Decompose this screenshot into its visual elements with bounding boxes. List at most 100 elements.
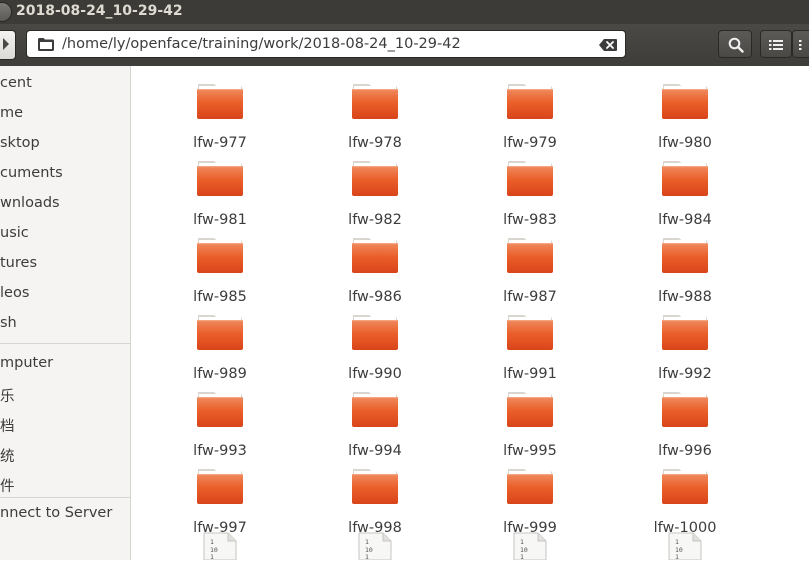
svg-text:1: 1 — [520, 553, 524, 560]
folder-label: lfw-985 — [193, 289, 247, 305]
folder-label: lfw-982 — [348, 212, 402, 228]
folder-label: lfw-987 — [503, 289, 557, 305]
sidebar-item-music[interactable]: usic — [0, 225, 29, 249]
folder-icon — [197, 469, 243, 504]
folder-icon — [507, 84, 553, 119]
folder-label: lfw-995 — [503, 443, 557, 459]
sidebar-item-trash[interactable]: sh — [0, 315, 17, 339]
folder-item[interactable]: lfw-995 — [480, 388, 580, 460]
folder-icon — [352, 469, 398, 504]
folder-item[interactable]: lfw-1000 — [635, 465, 735, 537]
sidebar-item-connect-to-server[interactable]: nnect to Server — [0, 505, 112, 529]
folder-icon — [38, 38, 54, 51]
sidebar-item-documents[interactable]: cuments — [0, 165, 63, 189]
window-close-button[interactable] — [0, 2, 12, 22]
binary-file-icon[interactable]: 1 10 1 — [512, 532, 548, 561]
folder-icon — [352, 392, 398, 427]
folder-item[interactable]: lfw-994 — [325, 388, 425, 460]
folder-label: lfw-980 — [658, 135, 712, 151]
folder-label: lfw-979 — [503, 135, 557, 151]
folder-item[interactable]: lfw-985 — [170, 234, 270, 306]
folder-item[interactable]: lfw-999 — [480, 465, 580, 537]
places-sidebar: cent me sktop cuments wnloads usic tures… — [0, 66, 131, 560]
folder-item[interactable]: lfw-993 — [170, 388, 270, 460]
folder-icon — [507, 238, 553, 273]
folder-item[interactable]: lfw-986 — [325, 234, 425, 306]
folder-item[interactable]: lfw-998 — [325, 465, 425, 537]
folder-icon — [197, 84, 243, 119]
folder-item[interactable]: lfw-979 — [480, 80, 580, 152]
folder-icon — [352, 161, 398, 196]
binary-file-icon[interactable]: 1 10 1 — [667, 532, 703, 561]
folder-icon — [662, 84, 708, 119]
sidebar-divider — [0, 343, 130, 344]
folder-icon — [352, 238, 398, 273]
folder-item[interactable]: lfw-982 — [325, 157, 425, 229]
grid-view-icon — [799, 40, 802, 50]
file-grid: lfw-977 lfw-978 lfw-979 lfw-980 lfw-981 — [131, 66, 809, 561]
folder-item[interactable]: lfw-983 — [480, 157, 580, 229]
folder-icon — [662, 315, 708, 350]
window-title: 2018-08-24_10-29-42 — [16, 3, 183, 19]
window-titlebar: 2018-08-24_10-29-42 — [0, 0, 809, 24]
svg-text:1: 1 — [520, 538, 524, 546]
sidebar-item-recent[interactable]: cent — [0, 75, 32, 99]
folder-icon — [507, 161, 553, 196]
sidebar-item-desktop[interactable]: sktop — [0, 135, 40, 159]
back-button[interactable] — [0, 30, 16, 60]
clear-text-icon[interactable] — [599, 39, 617, 51]
folder-item[interactable]: lfw-980 — [635, 80, 735, 152]
list-view-button[interactable] — [760, 30, 792, 58]
sidebar-item-home[interactable]: me — [0, 105, 23, 129]
svg-text:1: 1 — [675, 538, 679, 546]
folder-label: lfw-990 — [348, 366, 402, 382]
folder-item[interactable]: lfw-984 — [635, 157, 735, 229]
folder-item[interactable]: lfw-978 — [325, 80, 425, 152]
folder-icon — [507, 392, 553, 427]
folder-icon — [662, 161, 708, 196]
sidebar-item-device-4[interactable]: 件 — [0, 475, 15, 499]
folder-item[interactable]: lfw-990 — [325, 311, 425, 383]
folder-item[interactable]: lfw-991 — [480, 311, 580, 383]
location-bar[interactable]: /home/ly/openface/training/work/2018-08-… — [26, 30, 626, 58]
folder-icon — [507, 315, 553, 350]
binary-file-icon[interactable]: 1 10 1 — [202, 532, 238, 561]
folder-label: lfw-984 — [658, 212, 712, 228]
sidebar-item-downloads[interactable]: wnloads — [0, 195, 60, 219]
folder-label: lfw-978 — [348, 135, 402, 151]
folder-label: lfw-992 — [658, 366, 712, 382]
folder-icon — [662, 392, 708, 427]
binary-file-icon[interactable]: 1 10 1 — [357, 532, 393, 561]
sidebar-item-computer[interactable]: mputer — [0, 355, 53, 379]
sidebar-item-device-1[interactable]: 乐 — [0, 385, 15, 409]
folder-item[interactable]: lfw-987 — [480, 234, 580, 306]
sidebar-item-device-2[interactable]: 档 — [0, 415, 15, 439]
folder-label: lfw-977 — [193, 135, 247, 151]
folder-label: lfw-988 — [658, 289, 712, 305]
folder-item[interactable]: lfw-988 — [635, 234, 735, 306]
sidebar-item-pictures[interactable]: tures — [0, 255, 37, 279]
folder-item[interactable]: lfw-992 — [635, 311, 735, 383]
chevron-right-icon — [3, 38, 9, 50]
svg-text:1: 1 — [365, 553, 369, 560]
folder-icon — [197, 392, 243, 427]
folder-icon — [352, 84, 398, 119]
folder-label: lfw-983 — [503, 212, 557, 228]
svg-text:1: 1 — [210, 553, 214, 560]
search-button[interactable] — [718, 30, 752, 58]
sidebar-divider — [0, 497, 130, 498]
svg-text:1: 1 — [365, 538, 369, 546]
folder-item[interactable]: lfw-989 — [170, 311, 270, 383]
folder-icon — [197, 161, 243, 196]
folder-icon — [197, 238, 243, 273]
search-icon — [728, 37, 744, 53]
folder-item[interactable]: lfw-997 — [170, 465, 270, 537]
folder-item[interactable]: lfw-977 — [170, 80, 270, 152]
view-options-button[interactable] — [792, 30, 809, 58]
folder-label: lfw-993 — [193, 443, 247, 459]
folder-item[interactable]: lfw-996 — [635, 388, 735, 460]
folder-label: lfw-996 — [658, 443, 712, 459]
folder-item[interactable]: lfw-981 — [170, 157, 270, 229]
sidebar-item-device-3[interactable]: 统 — [0, 445, 15, 469]
sidebar-item-videos[interactable]: leos — [0, 285, 29, 309]
